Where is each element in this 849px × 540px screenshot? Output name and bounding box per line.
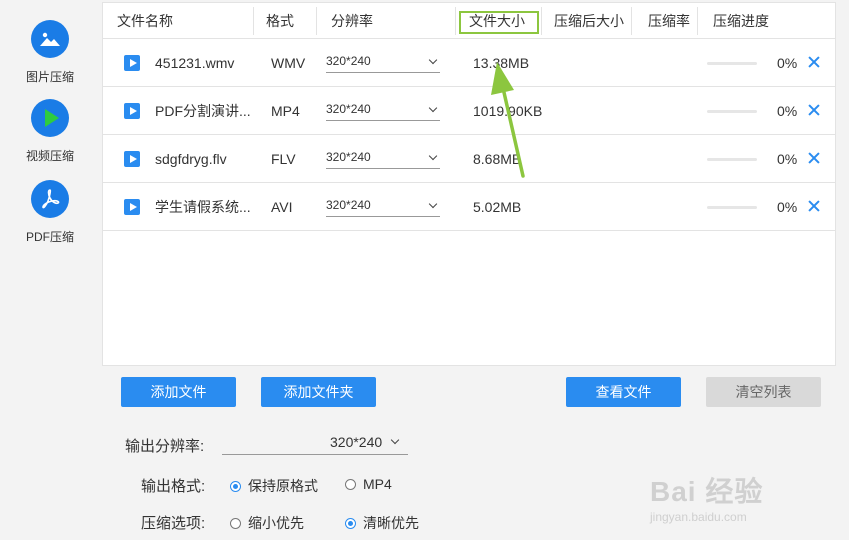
- header-resolution: 分辨率: [331, 13, 373, 29]
- compress-option-label: 压缩选项:: [141, 515, 206, 532]
- header-format: 格式: [266, 13, 294, 29]
- format-option-keep-original[interactable]: 保持原格式: [230, 476, 318, 496]
- clear-list-button[interactable]: 清空列表: [706, 377, 821, 407]
- table-row[interactable]: 学生请假系统... AVI 320*240 5.02MB 0%: [103, 183, 835, 231]
- add-file-button[interactable]: 添加文件: [121, 377, 236, 407]
- sidebar-item-label: PDF压缩: [25, 230, 74, 244]
- file-size: 13.38MB: [473, 55, 530, 71]
- radio-button[interactable]: [230, 517, 241, 529]
- file-name: 451231.wmv: [155, 55, 235, 71]
- file-table: 文件名称 格式 分辨率 文件大小 压缩后大小 压缩率 压缩进度 451231.w…: [102, 2, 836, 366]
- sidebar-item-video-compress[interactable]: 视频压缩: [0, 99, 100, 164]
- output-resolution-value: 320*240: [330, 434, 383, 450]
- output-format-label: 输出格式:: [141, 478, 206, 495]
- file-name: PDF分割演讲...: [155, 103, 251, 119]
- resolution-select[interactable]: 320*240: [326, 99, 440, 121]
- sidebar-item-pdf-compress[interactable]: PDF压缩: [0, 180, 100, 245]
- progress-percent: 0%: [777, 103, 798, 119]
- resolution-select[interactable]: 320*240: [326, 195, 440, 217]
- play-icon[interactable]: [124, 151, 140, 167]
- chevron-down-icon: [428, 55, 438, 65]
- output-resolution-select[interactable]: 320*240: [222, 433, 408, 455]
- progress-bar: [707, 158, 757, 161]
- resolution-value: 320*240: [326, 54, 371, 68]
- progress-percent: 0%: [777, 151, 798, 167]
- pdf-icon: [31, 180, 69, 218]
- progress-bar: [707, 110, 757, 113]
- resolution-value: 320*240: [326, 102, 371, 116]
- resolution-value: 320*240: [326, 150, 371, 164]
- progress-percent: 0%: [777, 199, 798, 215]
- sidebar-item-label: 视频压缩: [25, 149, 74, 163]
- play-icon[interactable]: [124, 55, 140, 71]
- file-format: AVI: [271, 199, 293, 215]
- file-format: MP4: [271, 103, 300, 119]
- watermark: Bai 经验 jingyan.baidu.com: [650, 470, 810, 530]
- radio-label: 缩小优先: [248, 515, 304, 531]
- resolution-select[interactable]: 320*240: [326, 147, 440, 169]
- chevron-down-icon: [428, 199, 438, 209]
- resolution-value: 320*240: [326, 198, 371, 212]
- compress-option-smaller[interactable]: 缩小优先: [230, 513, 304, 533]
- file-size: 8.68MB: [473, 151, 522, 167]
- file-size: 1019.90KB: [473, 103, 543, 119]
- chevron-down-icon: [390, 435, 400, 445]
- close-icon[interactable]: [807, 151, 821, 165]
- file-format: FLV: [271, 151, 296, 167]
- progress-percent: 0%: [777, 55, 798, 71]
- play-icon: [31, 99, 69, 137]
- file-name: 学生请假系统...: [155, 199, 251, 215]
- radio-label: 清晰优先: [363, 515, 419, 531]
- watermark-url: jingyan.baidu.com: [650, 510, 747, 524]
- table-row[interactable]: sdgfdryg.flv FLV 320*240 8.68MB 0%: [103, 135, 835, 183]
- add-folder-button[interactable]: 添加文件夹: [261, 377, 376, 407]
- header-divider: [253, 7, 254, 35]
- chevron-down-icon: [428, 103, 438, 113]
- watermark-logo: Bai 经验: [650, 476, 764, 507]
- sidebar-item-image-compress[interactable]: 图片压缩: [0, 20, 100, 85]
- header-progress: 压缩进度: [713, 13, 769, 29]
- sidebar: 图片压缩 视频压缩 PDF压缩: [0, 0, 100, 540]
- image-icon: [31, 20, 69, 58]
- close-icon[interactable]: [807, 55, 821, 69]
- close-icon[interactable]: [807, 199, 821, 213]
- format-option-mp4[interactable]: MP4: [345, 476, 392, 492]
- header-divider: [455, 7, 456, 35]
- radio-button[interactable]: [345, 517, 356, 529]
- header-compressed-size: 压缩后大小: [554, 13, 624, 29]
- radio-label: 保持原格式: [248, 478, 318, 494]
- table-row[interactable]: PDF分割演讲... MP4 320*240 1019.90KB 0%: [103, 87, 835, 135]
- file-name: sdgfdryg.flv: [155, 151, 227, 167]
- radio-label: MP4: [363, 476, 392, 492]
- radio-button[interactable]: [230, 480, 241, 492]
- radio-button[interactable]: [345, 478, 356, 490]
- header-divider: [631, 7, 632, 35]
- chevron-down-icon: [428, 151, 438, 161]
- output-resolution-label: 输出分辨率:: [125, 438, 205, 455]
- table-header: 文件名称 格式 分辨率 文件大小 压缩后大小 压缩率 压缩进度: [103, 3, 835, 39]
- play-icon[interactable]: [124, 199, 140, 215]
- progress-bar: [707, 62, 757, 65]
- file-format: WMV: [271, 55, 306, 71]
- table-row[interactable]: 451231.wmv WMV 320*240 13.38MB 0%: [103, 39, 835, 87]
- view-files-button[interactable]: 查看文件: [566, 377, 681, 407]
- close-icon[interactable]: [807, 103, 821, 117]
- play-icon[interactable]: [124, 103, 140, 119]
- header-divider: [541, 7, 542, 35]
- header-divider: [697, 7, 698, 35]
- header-divider: [316, 7, 317, 35]
- header-filename: 文件名称: [117, 13, 173, 29]
- file-size: 5.02MB: [473, 199, 522, 215]
- sidebar-item-label: 图片压缩: [25, 70, 74, 84]
- header-filesize: 文件大小: [469, 13, 525, 29]
- header-ratio: 压缩率: [648, 13, 690, 29]
- resolution-select[interactable]: 320*240: [326, 51, 440, 73]
- compress-option-clearer[interactable]: 清晰优先: [345, 513, 419, 533]
- progress-bar: [707, 206, 757, 209]
